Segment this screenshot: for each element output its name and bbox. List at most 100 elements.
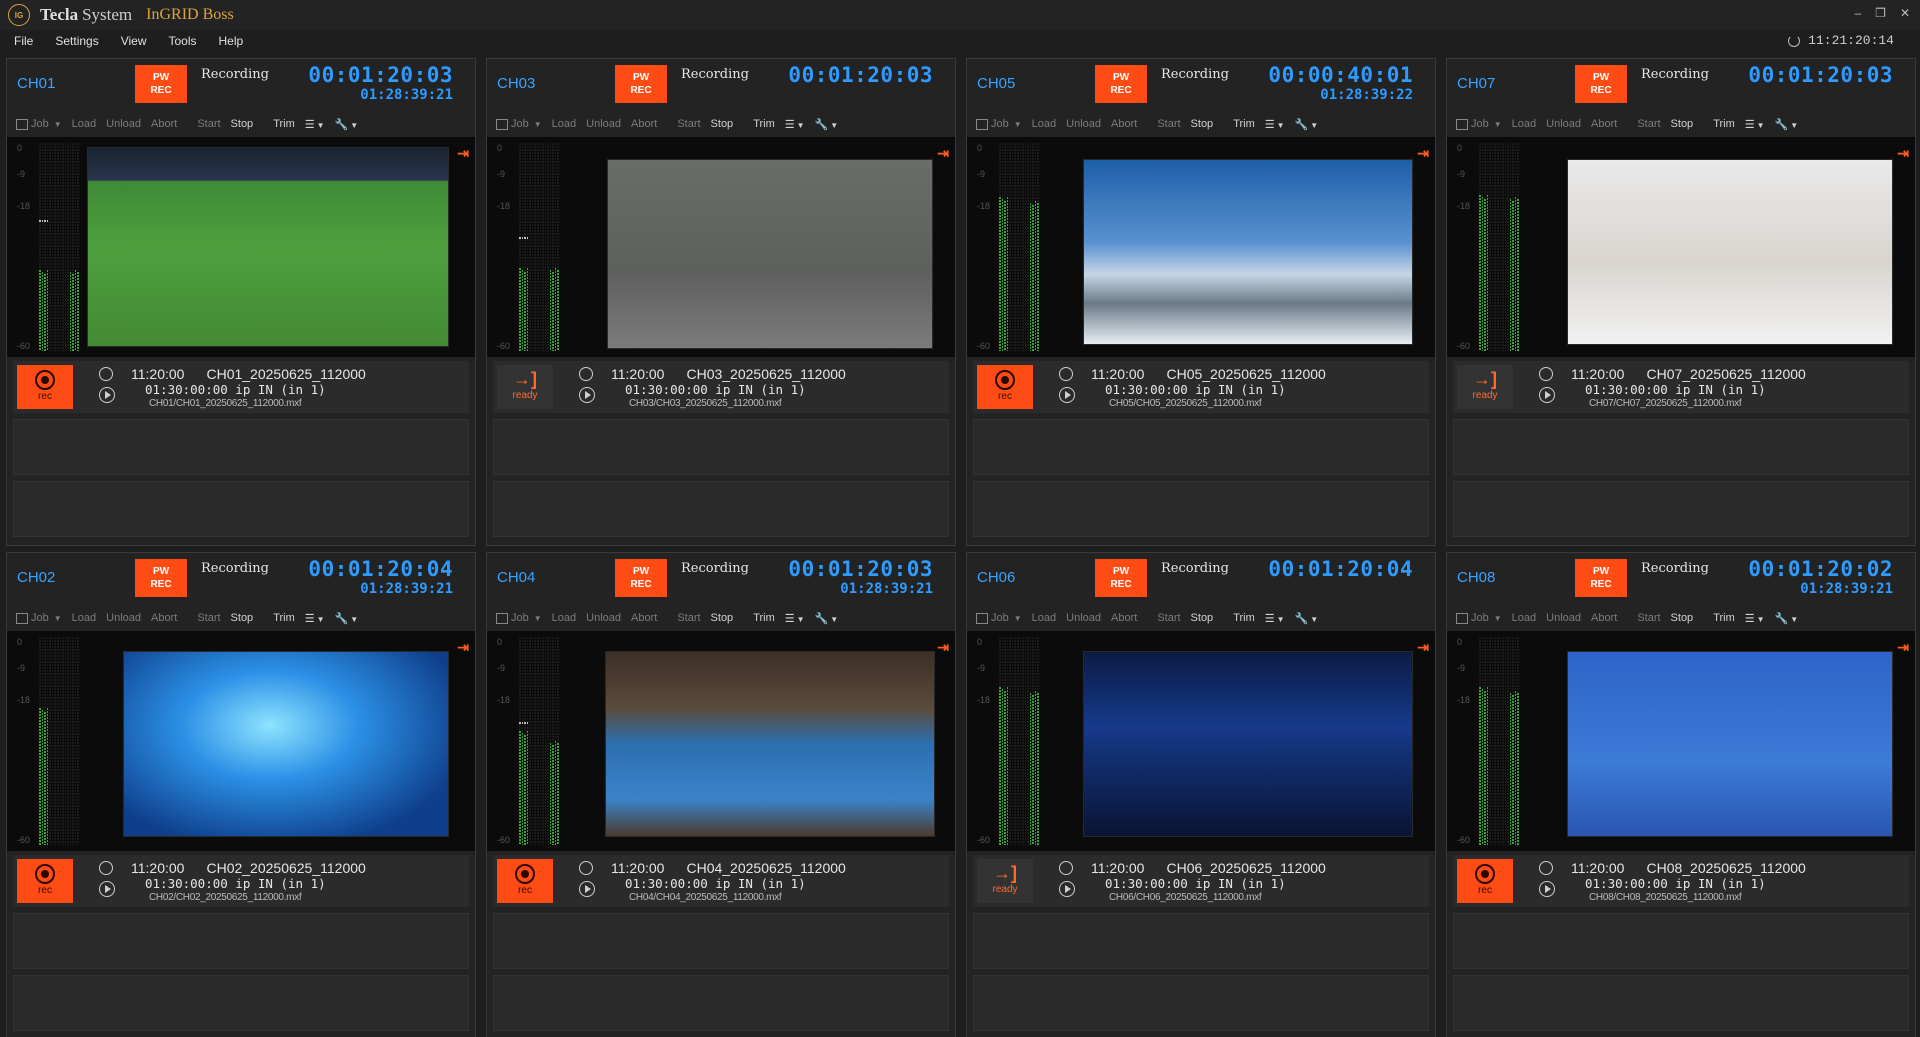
load-button[interactable]: Load (1507, 612, 1541, 624)
start-button[interactable]: Start (1152, 612, 1185, 624)
wrench-menu-icon[interactable]: 🔧 ▼ (810, 612, 844, 625)
load-button[interactable]: Load (67, 612, 101, 624)
queue-slot[interactable] (493, 419, 949, 475)
job-dropdown[interactable]: Job ▼ (491, 118, 547, 130)
channel-name[interactable]: CH05 (977, 75, 1015, 92)
play-icon[interactable] (99, 387, 115, 403)
start-button[interactable]: Start (1632, 612, 1665, 624)
list-menu-icon[interactable]: ☰ ▼ (780, 118, 810, 131)
trim-button[interactable]: Trim (268, 612, 300, 624)
list-menu-icon[interactable]: ☰ ▼ (1740, 612, 1770, 625)
play-icon[interactable] (579, 387, 595, 403)
stop-button[interactable]: Stop (1186, 118, 1219, 130)
stop-button[interactable]: Stop (226, 612, 259, 624)
queue-slot[interactable] (13, 419, 469, 475)
queue-slot[interactable] (1453, 419, 1909, 475)
stop-button[interactable]: Stop (1186, 612, 1219, 624)
output-icon[interactable]: ⇥ (937, 145, 949, 162)
record-button[interactable]: rec (1457, 859, 1513, 903)
record-button[interactable]: rec (977, 365, 1033, 409)
queue-slot[interactable] (493, 913, 949, 969)
stop-button[interactable]: Stop (706, 612, 739, 624)
ready-button[interactable]: →] ready (977, 859, 1033, 903)
channel-name[interactable]: CH07 (1457, 75, 1495, 92)
play-icon[interactable] (1539, 387, 1555, 403)
unload-button[interactable]: Unload (1541, 118, 1586, 130)
wrench-menu-icon[interactable]: 🔧 ▼ (330, 612, 364, 625)
refresh-icon[interactable] (1788, 34, 1801, 47)
restore-icon[interactable]: ❐ (1875, 6, 1886, 20)
job-dropdown[interactable]: Job ▼ (491, 612, 547, 624)
list-menu-icon[interactable]: ☰ ▼ (1260, 612, 1290, 625)
job-dropdown[interactable]: Job ▼ (1451, 612, 1507, 624)
list-menu-icon[interactable]: ☰ ▼ (780, 612, 810, 625)
close-icon[interactable]: ✕ (1900, 6, 1910, 20)
load-button[interactable]: Load (1507, 118, 1541, 130)
wrench-menu-icon[interactable]: 🔧 ▼ (1290, 612, 1324, 625)
channel-name[interactable]: CH03 (497, 75, 535, 92)
stop-button[interactable]: Stop (226, 118, 259, 130)
list-menu-icon[interactable]: ☰ ▼ (300, 612, 330, 625)
list-menu-icon[interactable]: ☰ ▼ (1740, 118, 1770, 131)
trim-button[interactable]: Trim (1228, 118, 1260, 130)
queue-slot[interactable] (493, 975, 949, 1031)
start-button[interactable]: Start (672, 612, 705, 624)
queue-slot[interactable] (973, 481, 1429, 537)
trim-button[interactable]: Trim (1228, 612, 1260, 624)
start-button[interactable]: Start (192, 118, 225, 130)
wrench-menu-icon[interactable]: 🔧 ▼ (1770, 118, 1804, 131)
job-dropdown[interactable]: Job ▼ (11, 612, 67, 624)
queue-slot[interactable] (1453, 481, 1909, 537)
trim-button[interactable]: Trim (748, 118, 780, 130)
play-icon[interactable] (579, 881, 595, 897)
abort-button[interactable]: Abort (1106, 118, 1142, 130)
video-thumbnail[interactable] (1083, 651, 1413, 837)
load-button[interactable]: Load (547, 118, 581, 130)
channel-name[interactable]: CH01 (17, 75, 55, 92)
queue-slot[interactable] (13, 913, 469, 969)
ready-button[interactable]: →] ready (1457, 365, 1513, 409)
abort-button[interactable]: Abort (626, 612, 662, 624)
job-dropdown[interactable]: Job ▼ (971, 118, 1027, 130)
minimize-icon[interactable]: – (1854, 6, 1861, 20)
load-button[interactable]: Load (1027, 118, 1061, 130)
play-icon[interactable] (1539, 881, 1555, 897)
start-button[interactable]: Start (192, 612, 225, 624)
play-icon[interactable] (1059, 881, 1075, 897)
wrench-menu-icon[interactable]: 🔧 ▼ (1290, 118, 1324, 131)
wrench-menu-icon[interactable]: 🔧 ▼ (330, 118, 364, 131)
queue-slot[interactable] (13, 975, 469, 1031)
output-icon[interactable]: ⇥ (457, 145, 469, 162)
video-thumbnail[interactable] (605, 651, 935, 837)
output-icon[interactable]: ⇥ (1417, 145, 1429, 162)
stop-button[interactable]: Stop (1666, 612, 1699, 624)
video-thumbnail[interactable] (1567, 159, 1893, 345)
start-button[interactable]: Start (672, 118, 705, 130)
menu-help[interactable]: Help (211, 34, 252, 48)
video-thumbnail[interactable] (123, 651, 449, 837)
wrench-menu-icon[interactable]: 🔧 ▼ (1770, 612, 1804, 625)
abort-button[interactable]: Abort (1586, 612, 1622, 624)
unload-button[interactable]: Unload (1061, 118, 1106, 130)
abort-button[interactable]: Abort (146, 612, 182, 624)
output-icon[interactable]: ⇥ (1417, 639, 1429, 656)
job-dropdown[interactable]: Job ▼ (1451, 118, 1507, 130)
video-thumbnail[interactable] (1567, 651, 1893, 837)
queue-slot[interactable] (1453, 913, 1909, 969)
stop-button[interactable]: Stop (1666, 118, 1699, 130)
output-icon[interactable]: ⇥ (1897, 639, 1909, 656)
start-button[interactable]: Start (1152, 118, 1185, 130)
menu-tools[interactable]: Tools (161, 34, 205, 48)
job-dropdown[interactable]: Job ▼ (11, 118, 67, 130)
menu-file[interactable]: File (6, 34, 41, 48)
queue-slot[interactable] (13, 481, 469, 537)
trim-button[interactable]: Trim (748, 612, 780, 624)
unload-button[interactable]: Unload (581, 118, 626, 130)
queue-slot[interactable] (973, 975, 1429, 1031)
output-icon[interactable]: ⇥ (937, 639, 949, 656)
trim-button[interactable]: Trim (1708, 118, 1740, 130)
load-button[interactable]: Load (1027, 612, 1061, 624)
play-icon[interactable] (99, 881, 115, 897)
channel-name[interactable]: CH08 (1457, 569, 1495, 586)
video-thumbnail[interactable] (87, 147, 449, 347)
